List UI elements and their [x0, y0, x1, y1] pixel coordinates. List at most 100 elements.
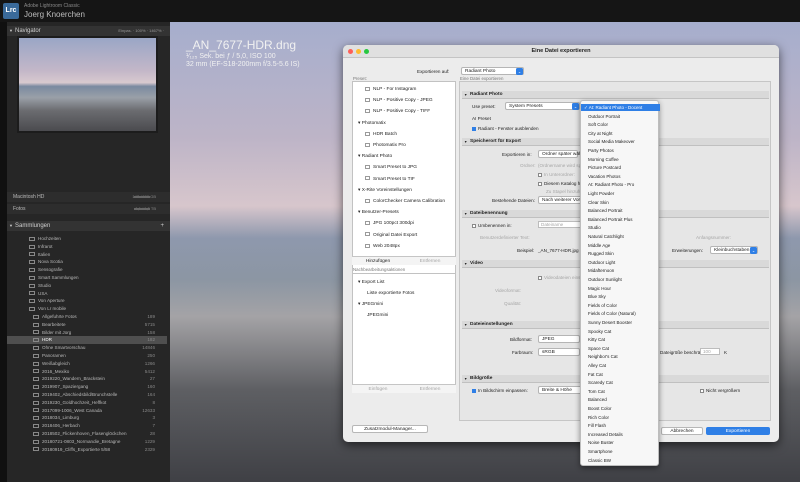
- dropdown-item[interactable]: Rugged Skin: [581, 250, 660, 257]
- dropdown-item[interactable]: Fields of Color (Natural): [581, 310, 660, 317]
- postprocess-item[interactable]: Liste exportierte Fotos: [353, 289, 457, 299]
- collection-item[interactable]: 2016_Mexiko 5412: [7, 368, 167, 375]
- dropdown-item[interactable]: Social Media Makeover: [581, 138, 660, 145]
- preset-item[interactable]: HDR Batch: [353, 130, 457, 140]
- use-preset-select[interactable]: System Presets ⌄: [505, 102, 580, 110]
- collection-item[interactable]: 2018502_Flickenhoven_Flasenglöckchen 28: [7, 430, 167, 437]
- rename-select[interactable]: Dateiname: [538, 221, 582, 228]
- dropdown-item[interactable]: Picture Postcard: [581, 164, 660, 171]
- dropdown-item[interactable]: Space Cat: [581, 345, 660, 352]
- dropdown-item[interactable]: Rich Color: [581, 414, 660, 421]
- extension-select[interactable]: Kleinbuchstaben ⌄: [710, 246, 758, 254]
- dropdown-item[interactable]: Balanced: [581, 396, 660, 403]
- postprocess-list[interactable]: ▾ Export List Liste exportierte Fotos ▾ JP…: [352, 273, 456, 393]
- collection-item[interactable]: 2019402_Abschiedsbild/Brunchstelle 164: [7, 391, 167, 398]
- fit-screen-select[interactable]: Breite & Höhe: [538, 386, 582, 394]
- collection-item[interactable]: Nova Scotia: [7, 258, 167, 265]
- section-radiant-photo[interactable]: ▼ Radiant Photo: [462, 91, 769, 99]
- dropdown-item[interactable]: Noise Buster: [581, 439, 660, 446]
- dropdown-item[interactable]: Neighbor's Cat: [581, 353, 660, 360]
- add-collection-icon[interactable]: +: [160, 221, 164, 231]
- collections-header[interactable]: ▼ Sammlungen +: [7, 221, 170, 231]
- preset-item[interactable]: NLP - Positive Copy - JPEG: [353, 96, 457, 106]
- collection-item[interactable]: Bilder mit Jorg 158: [7, 329, 167, 336]
- preset-item[interactable]: JPG 100pct 300dpi: [353, 219, 457, 229]
- collection-item[interactable]: Panoramen 250: [7, 352, 167, 359]
- preset-item[interactable]: ▾ X-Rite Voreinstellungen: [353, 186, 457, 196]
- collection-item[interactable]: Hochzeiten: [7, 235, 167, 242]
- dropdown-item[interactable]: Blue Sky: [581, 293, 660, 300]
- collection-item[interactable]: Italien: [7, 251, 167, 258]
- collection-item[interactable]: USA: [7, 290, 167, 297]
- dropdown-item[interactable]: Studio: [581, 224, 660, 231]
- remove-action-button[interactable]: Entfernen: [404, 384, 456, 393]
- dropdown-item[interactable]: Scaredy Cat: [581, 379, 660, 386]
- dropdown-item[interactable]: Fields of Color: [581, 302, 660, 309]
- zoom-window-icon[interactable]: [364, 49, 369, 54]
- preset-item[interactable]: Smart Preset to JPG: [353, 163, 457, 173]
- dont-enlarge-checkbox[interactable]: Nicht vergrößern: [700, 388, 740, 393]
- collection-item[interactable]: HDR 182: [7, 336, 167, 344]
- dropdown-item[interactable]: Vacation Photos: [581, 173, 660, 180]
- dropdown-item[interactable]: Balanced Portrait Plus: [581, 216, 660, 223]
- collection-item[interactable]: Bearbeitete 5715: [7, 321, 167, 328]
- dropdown-item[interactable]: Balanced Portrait: [581, 207, 660, 214]
- dropdown-item[interactable]: City at Night: [581, 130, 660, 137]
- preset-item[interactable]: ▾ Radiant Photo: [353, 152, 457, 162]
- dropdown-item[interactable]: Clear Skin: [581, 199, 660, 206]
- dropdown-item[interactable]: Middle Age: [581, 242, 660, 249]
- postprocess-item[interactable]: JPEGmini: [353, 311, 457, 321]
- postprocess-item[interactable]: ▾ JPEGmini: [353, 300, 457, 310]
- collection-item[interactable]: Smart Sammlungen: [7, 274, 167, 281]
- existing-files-select[interactable]: Nach weiterer Vorgehensweise fragen: [538, 196, 623, 204]
- collection-item[interactable]: Von Aperture: [7, 297, 167, 304]
- preset-list[interactable]: NLP - For Instagram NLP - Positive Copy -…: [352, 81, 456, 283]
- dropdown-item[interactable]: Outdoor Light: [581, 259, 660, 266]
- collection-item[interactable]: 20180919_Cliffs_Exportierte 5/58 2329: [7, 446, 167, 453]
- dropdown-item[interactable]: Boost Color: [581, 405, 660, 412]
- dropdown-item[interactable]: Fat Cat: [581, 371, 660, 378]
- preset-item[interactable]: NLP - For Instagram: [353, 85, 457, 95]
- dropdown-item[interactable]: Magic Hour: [581, 285, 660, 292]
- left-panel-toggle-strip[interactable]: [0, 22, 7, 482]
- minimize-window-icon[interactable]: [356, 49, 361, 54]
- hide-window-checkbox[interactable]: Radiant - Fenster ausblenden: [472, 126, 539, 131]
- preset-item[interactable]: Photomatix Pro: [353, 141, 457, 151]
- collection-item[interactable]: Weißabgleich 1266: [7, 360, 167, 367]
- preset-item[interactable]: Smart Preset to TIF: [353, 175, 457, 185]
- rename-checkbox[interactable]: Umbenennen in:: [472, 223, 512, 228]
- export-in-select[interactable]: Ordner später wählen: [538, 150, 588, 158]
- dropdown-item[interactable]: Midafternoon: [581, 267, 660, 274]
- dropdown-item[interactable]: Tom Cat: [581, 388, 660, 395]
- collection-item[interactable]: 20180721-0803_Normandie_Bretagne 1229: [7, 438, 167, 445]
- add-preset-button[interactable]: Hinzufügen: [352, 256, 404, 265]
- preset-item[interactable]: ▾ Photomatix: [353, 119, 457, 129]
- dropdown-item[interactable]: Alley Cat: [581, 362, 660, 369]
- volume-row[interactable]: Macintosh HD147 / 990 GB: [7, 192, 170, 202]
- collection-item[interactable]: 2019907_Spaziergang 160: [7, 383, 167, 390]
- postprocess-item[interactable]: ▾ Export List: [353, 278, 457, 288]
- dropdown-item[interactable]: Soft Color: [581, 121, 660, 128]
- dropdown-item[interactable]: Morning Coffee: [581, 156, 660, 163]
- collection-item[interactable]: 2018406_Herbach 7: [7, 422, 167, 429]
- dropdown-item[interactable]: ✓ At: Radiant Photo - Docent: [581, 104, 660, 112]
- navigator-preview[interactable]: [17, 36, 158, 133]
- plugin-manager-button[interactable]: Zusatzmodul-Manager...: [352, 425, 428, 433]
- collection-item[interactable]: 2018034_Limburg 3: [7, 414, 167, 421]
- dropdown-item[interactable]: Light Powder: [581, 190, 660, 197]
- navigator-header[interactable]: ▼ Navigator Einpas. · 100% · 1467% ·: [7, 26, 170, 36]
- dropdown-item[interactable]: Spooky Cat: [581, 328, 660, 335]
- limit-size-input[interactable]: 100: [700, 348, 720, 355]
- colorspace-select[interactable]: sRGB: [538, 348, 580, 356]
- dropdown-item[interactable]: Increased Details: [581, 431, 660, 438]
- preset-item[interactable]: ColorChecker Camera Calibration: [353, 197, 457, 207]
- collection-item[interactable]: Infrarot: [7, 243, 167, 250]
- collection-item[interactable]: Ohne Smartvorschau 14846: [7, 344, 167, 351]
- export-to-select[interactable]: Radiant Photo ⌄: [461, 67, 524, 75]
- dropdown-item[interactable]: Smartphone: [581, 448, 660, 455]
- fit-screen-checkbox[interactable]: In Bildschirm einpassen:: [472, 388, 528, 393]
- zoom-options[interactable]: Einpas. · 100% · 1467% ·: [118, 26, 164, 36]
- collection-item[interactable]: Von Lr mobile: [7, 305, 167, 312]
- collection-item[interactable]: 2019230_Goldhochzeit_Heffkot 8: [7, 399, 167, 406]
- insert-action-button[interactable]: Einfügen: [352, 384, 404, 393]
